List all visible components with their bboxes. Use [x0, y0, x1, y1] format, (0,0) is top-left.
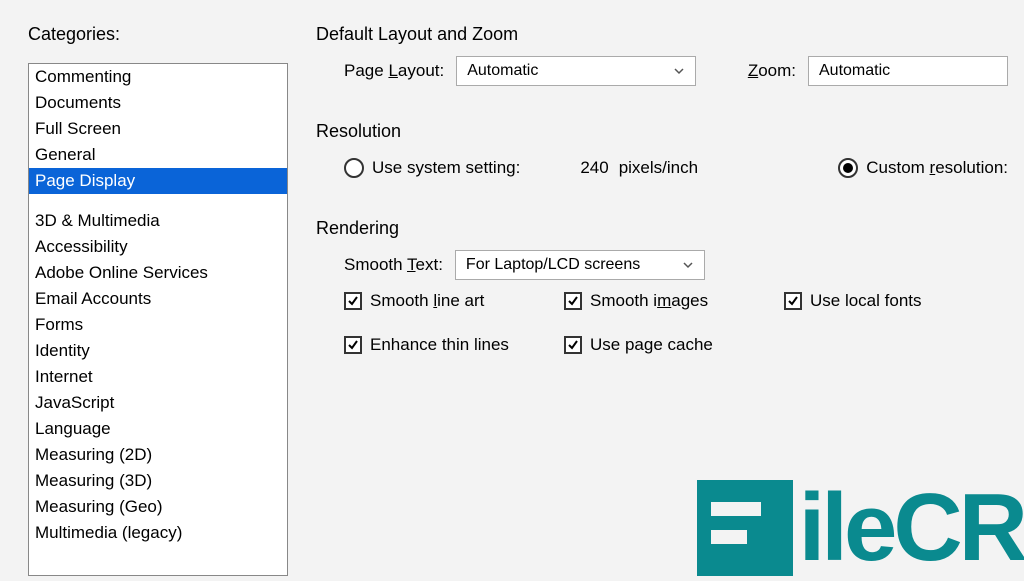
custom-resolution-label: Custom resolution:: [866, 158, 1008, 178]
checkbox-use-local-fonts[interactable]: Use local fonts: [784, 291, 1004, 311]
categories-sidebar: Categories: Commenting Documents Full Sc…: [28, 24, 288, 576]
category-item-multimedia-legacy[interactable]: Multimedia (legacy): [29, 520, 287, 546]
page-display-panel: Default Layout and Zoom Page Layout: Aut…: [288, 24, 1008, 576]
category-item-documents[interactable]: Documents: [29, 90, 287, 116]
category-item-identity[interactable]: Identity: [29, 338, 287, 364]
radio-custom-resolution[interactable]: Custom resolution:: [838, 158, 1008, 178]
checkbox-smooth-images[interactable]: Smooth images: [564, 291, 784, 311]
category-item-forms[interactable]: Forms: [29, 312, 287, 338]
category-item-full-screen[interactable]: Full Screen: [29, 116, 287, 142]
default-layout-section: Default Layout and Zoom Page Layout: Aut…: [316, 24, 1008, 89]
category-item-page-display[interactable]: Page Display: [29, 168, 287, 194]
checkbox-icon: [784, 292, 802, 310]
checkbox-icon: [564, 336, 582, 354]
section-title-layout: Default Layout and Zoom: [316, 24, 1008, 45]
category-item-measuring-geo[interactable]: Measuring (Geo): [29, 494, 287, 520]
category-item-internet[interactable]: Internet: [29, 364, 287, 390]
category-separator: [29, 194, 287, 208]
category-item-javascript[interactable]: JavaScript: [29, 390, 287, 416]
checkbox-smooth-line-art[interactable]: Smooth line art: [344, 291, 564, 311]
checkbox-icon: [344, 336, 362, 354]
checkbox-enhance-thin-lines[interactable]: Enhance thin lines: [344, 335, 564, 355]
radio-icon: [838, 158, 858, 178]
smooth-text-label: Smooth Text:: [344, 255, 443, 275]
radio-icon: [344, 158, 364, 178]
smooth-images-label: Smooth images: [590, 291, 708, 311]
category-item-3d-multimedia[interactable]: 3D & Multimedia: [29, 208, 287, 234]
checkbox-icon: [564, 292, 582, 310]
categories-label: Categories:: [28, 24, 288, 45]
radio-use-system[interactable]: Use system setting:: [344, 158, 520, 178]
page-layout-label: Page Layout:: [344, 61, 444, 81]
page-layout-value: Automatic: [467, 62, 538, 80]
use-local-fonts-label: Use local fonts: [810, 291, 922, 311]
enhance-thin-lines-label: Enhance thin lines: [370, 335, 509, 355]
category-item-measuring-2d[interactable]: Measuring (2D): [29, 442, 287, 468]
smooth-text-value: For Laptop/LCD screens: [466, 256, 640, 274]
category-item-email-accounts[interactable]: Email Accounts: [29, 286, 287, 312]
category-item-commenting[interactable]: Commenting: [29, 64, 287, 90]
category-item-general[interactable]: General: [29, 142, 287, 168]
chevron-down-icon: [680, 257, 696, 273]
category-item-adobe-online[interactable]: Adobe Online Services: [29, 260, 287, 286]
section-title-resolution: Resolution: [316, 121, 1008, 142]
smooth-line-art-label: Smooth line art: [370, 291, 484, 311]
rendering-section: Rendering Smooth Text: For Laptop/LCD sc…: [316, 218, 1008, 355]
zoom-value: Automatic: [819, 62, 890, 80]
smooth-text-dropdown[interactable]: For Laptop/LCD screens: [455, 250, 705, 280]
use-system-label: Use system setting:: [372, 158, 520, 178]
zoom-dropdown[interactable]: Automatic: [808, 56, 1008, 86]
checkbox-use-page-cache[interactable]: Use page cache: [564, 335, 784, 355]
categories-listbox[interactable]: Commenting Documents Full Screen General…: [28, 63, 288, 576]
preferences-dialog: Categories: Commenting Documents Full Sc…: [0, 0, 1024, 576]
use-page-cache-label: Use page cache: [590, 335, 713, 355]
category-item-language[interactable]: Language: [29, 416, 287, 442]
checkbox-icon: [344, 292, 362, 310]
category-item-measuring-3d[interactable]: Measuring (3D): [29, 468, 287, 494]
page-layout-dropdown[interactable]: Automatic: [456, 56, 696, 86]
chevron-down-icon: [671, 63, 687, 79]
resolution-section: Resolution Use system setting: 240 pixel…: [316, 121, 1008, 186]
category-item-accessibility[interactable]: Accessibility: [29, 234, 287, 260]
zoom-label: Zoom:: [748, 61, 796, 81]
system-resolution-value: 240 pixels/inch: [580, 158, 698, 178]
section-title-rendering: Rendering: [316, 218, 1008, 239]
